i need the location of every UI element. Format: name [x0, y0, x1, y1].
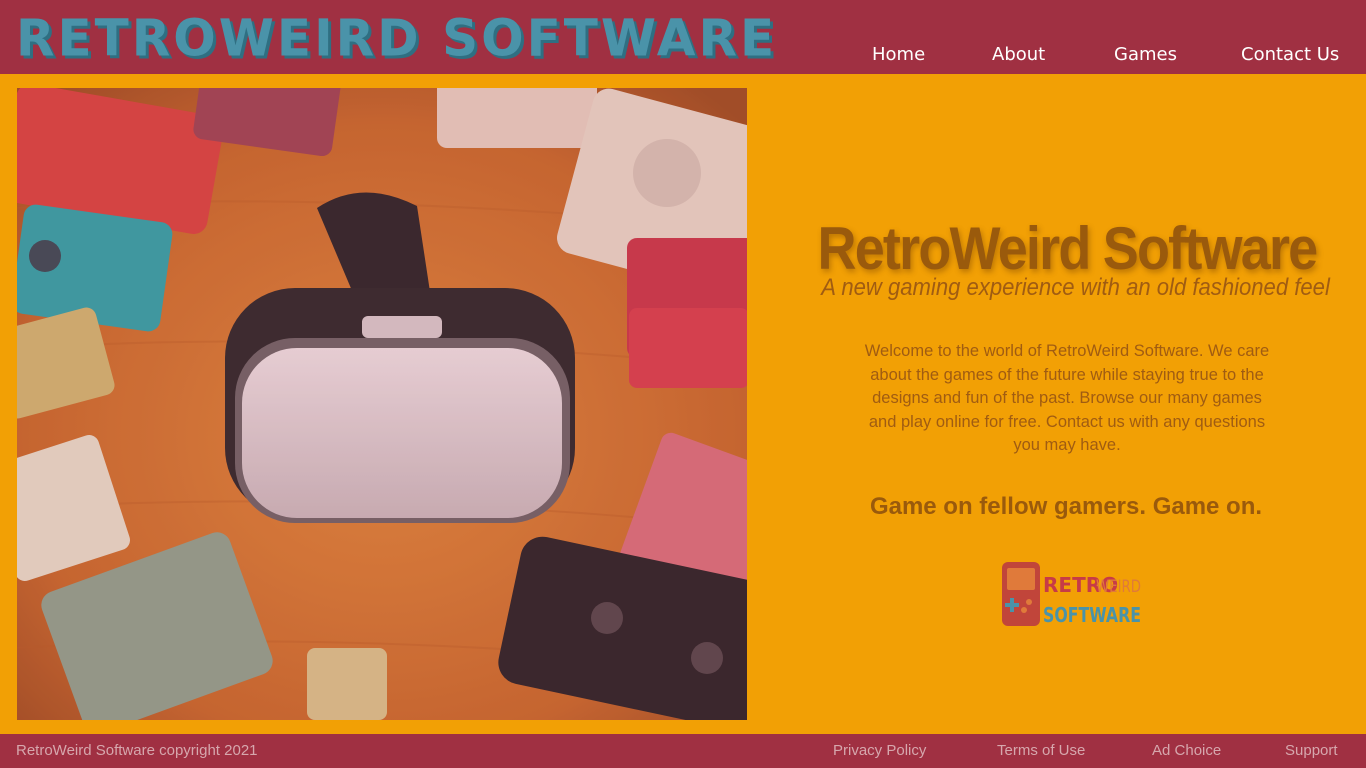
nav-contact-us[interactable]: Contact Us [1241, 44, 1339, 70]
hero-title: RetroWeird Software [817, 215, 1319, 282]
retroweird-logo[interactable]: RETRO WEIRD SOFTWARE [1001, 560, 1143, 628]
footer-support[interactable]: Support [1285, 742, 1338, 759]
brand-wordmark[interactable]: RETROWEIRD SOFTWARE [16, 5, 777, 70]
hero-tagline: A new gaming experience with an old fash… [821, 274, 1330, 301]
logo-word-weird: WEIRD [1096, 577, 1141, 597]
handheld-console-logo-icon: RETRO WEIRD SOFTWARE [1002, 562, 1141, 627]
hero-photo [17, 88, 747, 720]
footer-ad-choice[interactable]: Ad Choice [1152, 742, 1221, 759]
nav-about[interactable]: About [992, 44, 1045, 70]
site-header: RETROWEIRD SOFTWARE Home About Games Con… [0, 0, 1366, 74]
footer-privacy-policy[interactable]: Privacy Policy [833, 742, 926, 759]
vr-headset-photo [17, 88, 747, 720]
nav-home[interactable]: Home [872, 44, 925, 70]
footer-copyright: RetroWeird Software copyright 2021 [16, 742, 258, 759]
logo-word-software: SOFTWARE [1043, 603, 1141, 627]
footer-terms-of-use[interactable]: Terms of Use [997, 742, 1085, 759]
hero-description: Welcome to the world of RetroWeird Softw… [864, 342, 1270, 454]
nav-games[interactable]: Games [1114, 44, 1177, 70]
site-footer: RetroWeird Software copyright 2021 Priva… [0, 734, 1366, 768]
hero-slogan: Game on fellow gamers. Game on. [869, 493, 1263, 520]
